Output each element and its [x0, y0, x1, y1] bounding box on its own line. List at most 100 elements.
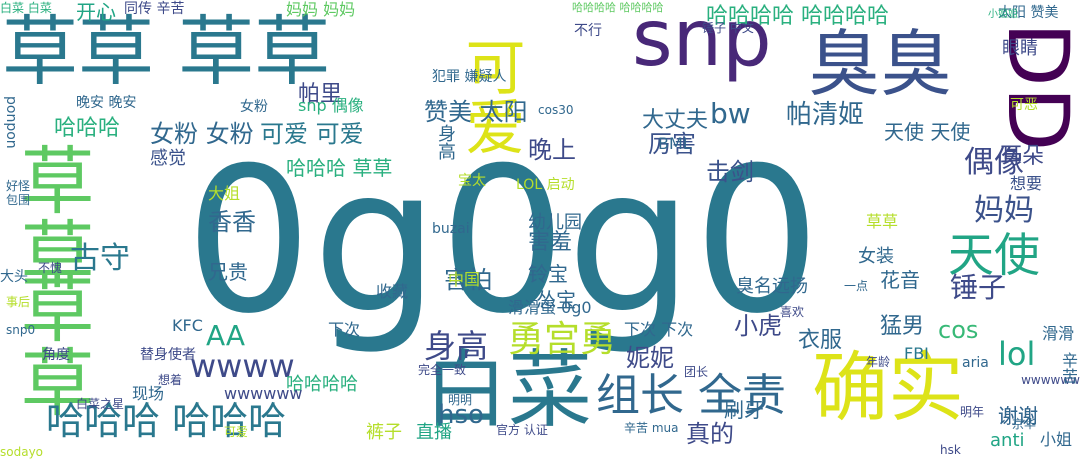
cloud-word: 可爱: [224, 425, 249, 439]
cloud-word: 草草: [8, 270, 94, 418]
cloud-word: 不行: [574, 23, 602, 39]
cloud-word: BML: [658, 134, 692, 153]
cloud-word: 香香: [208, 208, 256, 236]
cloud-word: 直播: [416, 422, 452, 443]
cloud-word: 中国: [448, 270, 481, 289]
cloud-word: 官方 认证: [496, 423, 548, 437]
cloud-word: 下次 下次: [624, 320, 694, 339]
cloud-word: 喜欢: [780, 305, 805, 319]
cloud-word: 衣服: [798, 328, 843, 353]
cloud-word: KFC: [172, 316, 203, 335]
cloud-word: 滑滑: [1042, 324, 1075, 343]
cloud-word: 兄贵: [208, 260, 248, 284]
cloud-word: 哈哈哈: [54, 116, 121, 141]
cloud-word: 小姐姐: [988, 9, 1018, 20]
cloud-word: 锤子: [950, 271, 1007, 304]
cloud-word: 女粉: [240, 99, 268, 115]
cloud-word: 天使 天使: [884, 120, 971, 144]
cloud-word: cos30: [538, 103, 574, 117]
cloud-word: wwww: [190, 347, 295, 385]
cloud-word: 明年: [960, 405, 985, 419]
word-cloud: 0g0g0 草草 草草 snp 臭臭 DD 草草 草草 白菜 确实 可爱 哈哈哈 哈哈哈 组长 全责天…: [0, 0, 1080, 463]
cloud-word: 团长: [684, 365, 709, 379]
cloud-word: 一点: [844, 279, 869, 293]
cloud-word: 同传 辛苦: [124, 1, 185, 17]
cloud-word: 小姐: [1040, 430, 1073, 449]
cloud-word: lol: [998, 335, 1036, 373]
cloud-word: 勇宫勇: [508, 319, 617, 360]
cloud-word: snp0: [6, 323, 36, 337]
cloud-word: aria: [962, 355, 989, 371]
cloud-word: 哈哈哈 草草: [286, 156, 393, 180]
cloud-word: 不愧: [38, 261, 63, 275]
cloud-word: 臭名远扬: [736, 276, 808, 297]
cloud-word: 可爱 可爱: [260, 120, 364, 148]
cloud-word: 晚安 晚安: [76, 95, 137, 111]
cloud-word: anti: [990, 430, 1025, 451]
cloud-word: 大姐: [208, 184, 241, 203]
cloud-word: 宝太: [458, 173, 486, 189]
cloud-word: ponpon: [3, 96, 19, 149]
cloud-word: 京华: [1012, 417, 1037, 431]
cloud-word: 古守: [70, 241, 130, 276]
cloud-word: 替身使者: [140, 347, 196, 363]
cloud-word: 明明: [448, 393, 473, 407]
cloud-word: 赞美 太阳: [424, 98, 528, 126]
cloud-word: snp 偶像: [298, 96, 364, 115]
cloud-word: 大丈夫: [642, 108, 709, 133]
cloud-word: 眼睛: [1002, 38, 1038, 59]
cloud-word: 可恶: [1010, 97, 1038, 113]
cloud-word: 感觉: [150, 148, 186, 169]
cloud-word: 幼儿园: [528, 212, 582, 233]
cloud-word: sodayo: [0, 445, 44, 459]
cloud-word: 裤子: [366, 422, 402, 443]
cloud-word: 锤子 中文: [702, 21, 754, 35]
cloud-word: 帕清姬: [786, 100, 865, 130]
cloud-word: 草草 草草: [2, 7, 331, 96]
cloud-word: 完全一致: [418, 363, 467, 377]
cloud-word: 耳朵: [1000, 144, 1045, 169]
cloud-word: 好怪: [6, 179, 31, 193]
cloud-word: 草草: [866, 212, 899, 231]
cloud-word: 白菜之星: [76, 397, 125, 411]
cloud-word: 害羞: [528, 230, 573, 255]
cloud-word: 事后: [6, 295, 31, 309]
cloud-word: 下次: [328, 320, 361, 339]
cloud-word: 辛苦 mua: [624, 421, 679, 435]
cloud-word: buzai: [432, 221, 470, 237]
cloud-word: 包围: [6, 193, 31, 207]
cloud-word: 想着: [158, 373, 183, 387]
cloud-word: LOL 启动: [516, 177, 575, 193]
cloud-word: 女粉 女粉: [150, 120, 254, 148]
cloud-word: 白菜 白菜: [0, 1, 52, 15]
cloud-word: 猛男: [880, 314, 925, 339]
cloud-word: 想要: [1010, 174, 1043, 193]
cloud-word: 哈哈哈哈 哈哈哈哈: [572, 1, 664, 14]
cloud-word: 收藏: [376, 282, 409, 301]
cloud-word: 角度: [42, 347, 70, 363]
cloud-word: 身高: [424, 327, 489, 365]
cloud-word: cos: [938, 316, 979, 344]
cloud-word: 身高: [435, 124, 456, 160]
cloud-word: 犯罪 嫌疑人: [432, 69, 507, 85]
cloud-word: 可爱: [455, 36, 525, 156]
cloud-word: 开心: [76, 0, 116, 24]
cloud-word: 小虎: [734, 312, 782, 340]
cloud-word: 大头: [0, 269, 28, 285]
cloud-word: FBI: [904, 344, 929, 363]
cloud-word: 妈妈: [974, 193, 1034, 228]
cloud-word: 击剑: [706, 158, 754, 186]
cloud-word: 年龄: [866, 355, 891, 369]
cloud-word: 臭臭: [808, 22, 953, 106]
cloud-word: 真的: [686, 420, 734, 448]
cloud-word: 滑滑蛋 0g0: [508, 298, 592, 317]
cloud-word: 妮妮: [626, 344, 674, 372]
cloud-word: 花音: [880, 268, 920, 292]
cloud-word: 辛苦: [1059, 352, 1078, 384]
cloud-word: 铃宝: [528, 262, 568, 286]
cloud-word: 晚上: [528, 136, 576, 164]
cloud-word: 妈妈 妈妈: [286, 0, 356, 19]
cloud-word: 刷牙: [724, 398, 764, 422]
cloud-word: 现场: [132, 384, 165, 403]
cloud-word: bw: [710, 97, 751, 130]
